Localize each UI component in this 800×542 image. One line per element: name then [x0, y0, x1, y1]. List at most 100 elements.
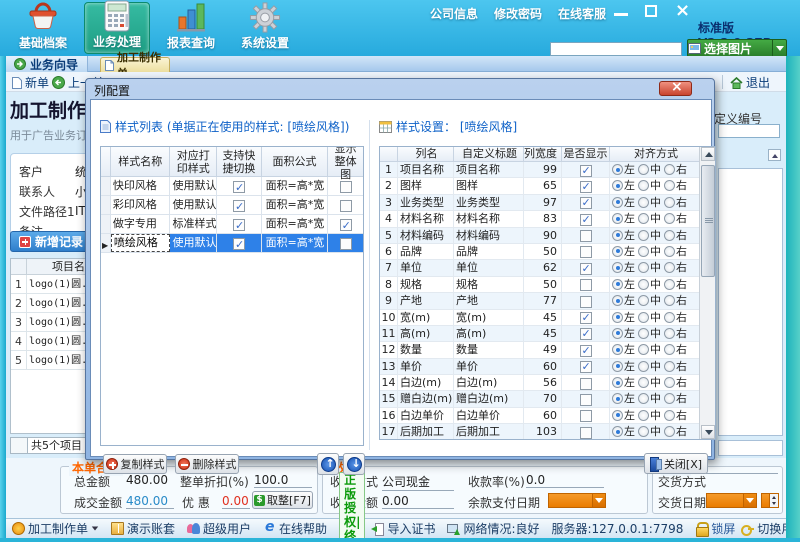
table-row[interactable]: 11 高(m) 高(m) 45 左 中 右	[380, 325, 700, 343]
table-row[interactable]: 9 产地 产地 77 左 中 右	[380, 293, 700, 310]
column-name-cell[interactable]: 品牌	[398, 243, 454, 260]
table-row[interactable]: 17 后期加工 后期加工 103 左 中 右	[380, 424, 700, 439]
column-width-cell[interactable]: 50	[524, 276, 562, 293]
align-left-radio[interactable]	[612, 409, 623, 421]
delivery-date-picker[interactable]	[706, 493, 757, 508]
move-down-button[interactable]	[343, 453, 365, 475]
statusbar-lock-screen[interactable]: 锁屏	[695, 520, 735, 537]
delivery-time-spinner[interactable]	[761, 493, 779, 508]
dialog-close-button[interactable]	[659, 79, 692, 96]
show-checkbox[interactable]	[579, 164, 592, 177]
pay-amount-input[interactable]: 0.00	[382, 494, 454, 509]
column-width-cell[interactable]: 90	[524, 227, 562, 243]
table-row[interactable]: 8 规格 规格 50 左 中 右	[380, 276, 700, 294]
quick-switch-checkbox[interactable]	[232, 219, 245, 231]
align-left-radio[interactable]	[612, 262, 623, 274]
custom-title-cell[interactable]: 品牌	[454, 243, 524, 260]
align-right-radio[interactable]	[664, 327, 675, 339]
vertical-scrollbar[interactable]	[699, 147, 715, 439]
align-right-radio[interactable]	[664, 311, 675, 323]
close-icon[interactable]	[672, 0, 690, 21]
nav-report-query[interactable]: 报表查询	[158, 2, 224, 54]
show-checkbox[interactable]	[579, 180, 592, 193]
minimize-icon[interactable]	[612, 4, 630, 18]
align-left-radio[interactable]	[612, 229, 623, 241]
align-right-radio[interactable]	[664, 295, 675, 307]
custom-title-cell[interactable]: 规格	[454, 276, 524, 293]
align-right-radio[interactable]	[664, 262, 675, 274]
align-center-radio[interactable]	[638, 245, 649, 257]
style-name-cell[interactable]: 做字专用	[111, 215, 171, 233]
print-style-cell[interactable]: 使用默认	[170, 234, 218, 252]
column-width-cell[interactable]: 65	[524, 178, 562, 194]
whole-image-checkbox[interactable]	[339, 200, 352, 212]
table-row[interactable]: 快印风格 使用默认 面积=高*宽	[101, 177, 363, 196]
custom-title-cell[interactable]: 材料编码	[454, 227, 524, 243]
show-checkbox[interactable]	[579, 426, 592, 439]
align-right-radio[interactable]	[664, 278, 675, 290]
close-dialog-button[interactable]: 关闭[X]	[644, 453, 708, 474]
align-right-radio[interactable]	[664, 377, 675, 389]
show-checkbox[interactable]	[579, 328, 592, 341]
custom-title-cell[interactable]: 后期加工	[454, 424, 524, 439]
align-left-radio[interactable]	[612, 295, 623, 307]
align-right-radio[interactable]	[664, 213, 675, 225]
column-name-cell[interactable]: 单位	[398, 260, 454, 276]
custom-title-cell[interactable]: 产地	[454, 293, 524, 309]
align-center-radio[interactable]	[638, 278, 649, 290]
column-width-cell[interactable]: 50	[524, 243, 562, 260]
align-left-radio[interactable]	[612, 311, 623, 323]
column-width-cell[interactable]: 45	[524, 325, 562, 342]
scrollbar-thumb[interactable]	[701, 165, 715, 277]
show-checkbox[interactable]	[579, 361, 592, 374]
new-doc-button[interactable]: 新单	[12, 74, 49, 91]
chevron-down-icon[interactable]	[772, 40, 786, 56]
style-name-cell[interactable]: 彩印风格	[111, 196, 171, 214]
align-left-radio[interactable]	[612, 377, 623, 389]
pick-image-button[interactable]: 选择图片	[687, 39, 787, 57]
exit-button[interactable]: 退出	[730, 74, 770, 91]
collapse-panel-button[interactable]	[768, 149, 781, 161]
quick-switch-checkbox[interactable]	[232, 200, 245, 212]
show-checkbox[interactable]	[579, 262, 592, 275]
align-center-radio[interactable]	[638, 180, 649, 192]
print-style-cell[interactable]: 标准样式	[170, 215, 218, 233]
table-row[interactable]: 13 单价 单价 60 左 中 右	[380, 358, 700, 376]
column-name-cell[interactable]: 规格	[398, 276, 454, 293]
whole-image-checkbox[interactable]	[339, 238, 352, 250]
quick-switch-checkbox[interactable]	[232, 181, 245, 193]
link-company-info[interactable]: 公司信息	[430, 5, 478, 22]
column-width-cell[interactable]: 49	[524, 342, 562, 358]
align-right-radio[interactable]	[664, 164, 675, 175]
align-center-radio[interactable]	[638, 164, 649, 175]
pay-rate-input[interactable]: 0.0	[526, 473, 604, 488]
table-row[interactable]: 4 材料名称 材料名称 83 左 中 右	[380, 211, 700, 228]
show-checkbox[interactable]	[579, 230, 592, 243]
whole-image-checkbox[interactable]	[339, 181, 352, 193]
balance-date-picker[interactable]	[548, 493, 606, 508]
off-input[interactable]: 0.00	[222, 494, 250, 509]
table-row[interactable]: 7 单位 单位 62 左 中 右	[380, 260, 700, 277]
custom-title-cell[interactable]: 宽(m)	[454, 309, 524, 325]
link-change-password[interactable]: 修改密码	[494, 5, 542, 22]
show-checkbox[interactable]	[579, 279, 592, 292]
area-formula-cell[interactable]: 面积=高*宽	[261, 234, 329, 252]
custom-title-cell[interactable]: 图样	[454, 178, 524, 194]
spinner-arrows-icon[interactable]	[769, 494, 778, 507]
print-style-cell[interactable]: 使用默认	[170, 177, 218, 195]
nav-business-process[interactable]: 业务处理	[84, 0, 150, 54]
column-name-cell[interactable]: 宽(m)	[398, 309, 454, 325]
align-right-radio[interactable]	[664, 344, 675, 356]
align-right-radio[interactable]	[664, 360, 675, 372]
show-checkbox[interactable]	[579, 377, 592, 390]
show-checkbox[interactable]	[579, 295, 592, 308]
table-row[interactable]: 3 业务类型 业务类型 97 左 中 右	[380, 194, 700, 212]
custom-number-input[interactable]	[718, 124, 780, 138]
custom-title-cell[interactable]: 高(m)	[454, 325, 524, 342]
custom-title-cell[interactable]: 项目名称	[454, 162, 524, 178]
custom-title-cell[interactable]: 业务类型	[454, 194, 524, 211]
table-row[interactable]: 喷绘风格 使用默认 面积=高*宽	[101, 234, 363, 253]
table-row[interactable]: 16 白边单价 白边单价 60 左 中 右	[380, 407, 700, 425]
column-width-cell[interactable]: 70	[524, 391, 562, 407]
align-right-radio[interactable]	[664, 245, 675, 257]
